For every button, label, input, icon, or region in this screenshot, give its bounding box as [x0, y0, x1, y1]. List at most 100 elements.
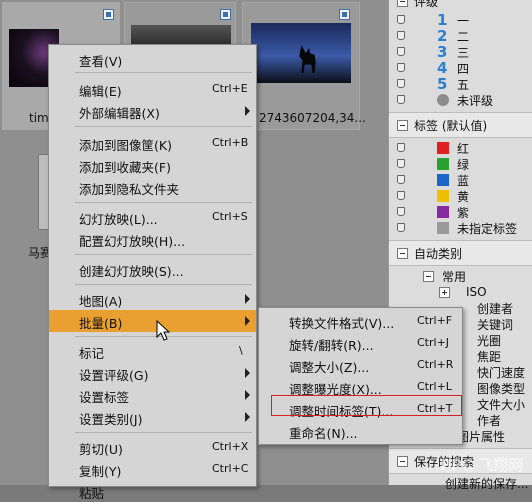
menu-item-tag[interactable]: 标记 \: [49, 340, 256, 362]
pin-icon[interactable]: [396, 159, 405, 170]
menu-item-label: 复制(Y): [79, 464, 122, 479]
label-name: 红: [457, 141, 470, 156]
pin-icon[interactable]: [396, 63, 405, 74]
menu-item-label: 粘贴: [79, 486, 105, 501]
pin-icon[interactable]: [396, 95, 405, 106]
unrated-circle-icon: [437, 94, 449, 106]
menu-item-copy[interactable]: 复制(Y) Ctrl+C: [49, 458, 256, 480]
deer-silhouette: [299, 45, 316, 73]
pin-icon[interactable]: [396, 47, 405, 58]
collapse-icon[interactable]: [397, 119, 408, 131]
expand-icon[interactable]: [439, 286, 450, 298]
menu-separator: [75, 432, 252, 433]
submenu-item-convert-format[interactable]: 转换文件格式(V)... Ctrl+F: [259, 310, 462, 332]
labels-section-title: 标签 (默认值): [414, 118, 488, 133]
menu-item-label: 批量(B): [79, 316, 123, 331]
menu-item-edit[interactable]: 编辑(E) Ctrl+E: [49, 78, 256, 100]
shortcut-label: Ctrl+L: [417, 380, 452, 393]
pin-icon[interactable]: [396, 207, 405, 218]
menu-item-slideshow[interactable]: 幻灯放映(L)... Ctrl+S: [49, 206, 256, 228]
rating-label: 三: [457, 45, 470, 60]
tree-node-label: 快门速度: [477, 365, 526, 380]
tree-node-label: 关键词: [477, 317, 514, 332]
pin-icon[interactable]: [396, 79, 405, 90]
menu-item-label: 旋转/翻转(R)...: [289, 338, 374, 353]
create-saved-search-label: 创建新的保存...: [445, 476, 529, 491]
menu-item-configure-slideshow[interactable]: 配置幻灯放映(H)...: [49, 228, 256, 250]
submenu-arrow-icon: [245, 294, 250, 304]
menu-item-external-editor[interactable]: 外部编辑器(X): [49, 100, 256, 122]
shortcut-label: Ctrl+R: [417, 358, 454, 371]
menu-item-label: 幻灯放映(L)...: [79, 212, 158, 227]
menu-separator: [75, 202, 252, 203]
collapse-icon[interactable]: [397, 0, 408, 7]
rating-label: 未评级: [457, 93, 494, 108]
context-menu: 查看(V) 编辑(E) Ctrl+E 外部编辑器(X) 添加到图像筐(K) Ctrl…: [48, 44, 257, 501]
collapse-icon[interactable]: [397, 455, 408, 467]
tree-node-label: 文件大小: [477, 397, 526, 412]
shortcut-label: Ctrl+B: [212, 136, 249, 149]
menu-item-add-to-favorites[interactable]: 添加到收藏夹(F): [49, 154, 256, 176]
pin-icon[interactable]: [396, 223, 405, 234]
menu-item-paste[interactable]: 粘贴: [49, 480, 256, 502]
menu-separator: [75, 126, 252, 127]
menu-item-label: 调整大小(Z)...: [289, 360, 370, 375]
menu-item-set-category[interactable]: 设置类别(J): [49, 406, 256, 428]
menu-item-label: 编辑(E): [79, 84, 122, 99]
thumbnail-image: [251, 23, 351, 83]
shortcut-label: Ctrl+E: [212, 82, 248, 95]
thumbnail-caption: 2743607204,34...: [259, 111, 366, 125]
color-swatch: [437, 158, 449, 170]
rating-section-label: 评级: [414, 0, 439, 9]
submenu-item-rename[interactable]: 重命名(N)...: [259, 420, 462, 442]
image-type-icon: [339, 9, 350, 20]
menu-item-batch[interactable]: 批量(B): [49, 310, 256, 332]
tree-node-label: 光圈: [477, 333, 502, 348]
label-name: 黄: [457, 189, 470, 204]
auto-categories-title: 自动类别: [414, 246, 463, 261]
menu-item-label: 外部编辑器(X): [79, 106, 160, 121]
menu-item-label: 剪切(U): [79, 442, 123, 457]
rating-label: 四: [457, 61, 470, 76]
rating-number: 1: [437, 11, 448, 29]
menu-item-create-slideshow[interactable]: 创建幻灯放映(S)...: [49, 258, 256, 280]
pin-icon[interactable]: [396, 15, 405, 26]
collapse-icon[interactable]: [397, 247, 408, 259]
pin-icon[interactable]: [396, 191, 405, 202]
collapse-icon[interactable]: [423, 270, 434, 282]
color-swatch: [437, 174, 449, 186]
rating-number: 2: [437, 27, 448, 45]
menu-item-add-to-private[interactable]: 添加到隐私文件夹: [49, 176, 256, 198]
menu-item-set-rating[interactable]: 设置评级(G): [49, 362, 256, 384]
submenu-arrow-icon: [245, 412, 250, 422]
menu-item-cut[interactable]: 剪切(U) Ctrl+X: [49, 436, 256, 458]
pin-icon[interactable]: [396, 175, 405, 186]
menu-item-map[interactable]: 地图(A): [49, 288, 256, 310]
label-item-unassigned[interactable]: 未指定标签: [389, 219, 532, 237]
thumbnail-caption: tim: [29, 111, 49, 125]
menu-item-label: 配置幻灯放映(H)...: [79, 234, 186, 249]
submenu-item-resize[interactable]: 调整大小(Z)... Ctrl+R: [259, 354, 462, 376]
labels-section-header[interactable]: 标签 (默认值): [389, 112, 532, 138]
thumbnail-3[interactable]: 2743607204,34...: [242, 2, 366, 130]
color-swatch: [437, 206, 449, 218]
submenu-item-rotate-flip[interactable]: 旋转/翻转(R)... Ctrl+J: [259, 332, 462, 354]
color-swatch: [437, 190, 449, 202]
create-saved-search[interactable]: 创建新的保存...: [445, 474, 528, 492]
auto-categories-header[interactable]: 自动类别: [389, 240, 532, 266]
menu-separator: [75, 254, 252, 255]
tree-node-label: 常用: [442, 269, 467, 284]
pin-icon[interactable]: [396, 31, 405, 42]
label-name: 蓝: [457, 173, 470, 188]
pin-icon[interactable]: [396, 143, 405, 154]
submenu-arrow-icon: [245, 368, 250, 378]
menu-item-set-label[interactable]: 设置标签: [49, 384, 256, 406]
rating-number: 3: [437, 43, 448, 61]
rating-item-unrated[interactable]: 未评级: [389, 91, 532, 109]
shortcut-label: Ctrl+S: [212, 210, 248, 223]
menu-item-add-to-basket[interactable]: 添加到图像筐(K) Ctrl+B: [49, 132, 256, 154]
shortcut-label: Ctrl+F: [417, 314, 453, 327]
rating-section-header[interactable]: 评级: [389, 0, 532, 10]
color-swatch: [437, 142, 449, 154]
menu-item-view[interactable]: 查看(V): [49, 48, 256, 70]
